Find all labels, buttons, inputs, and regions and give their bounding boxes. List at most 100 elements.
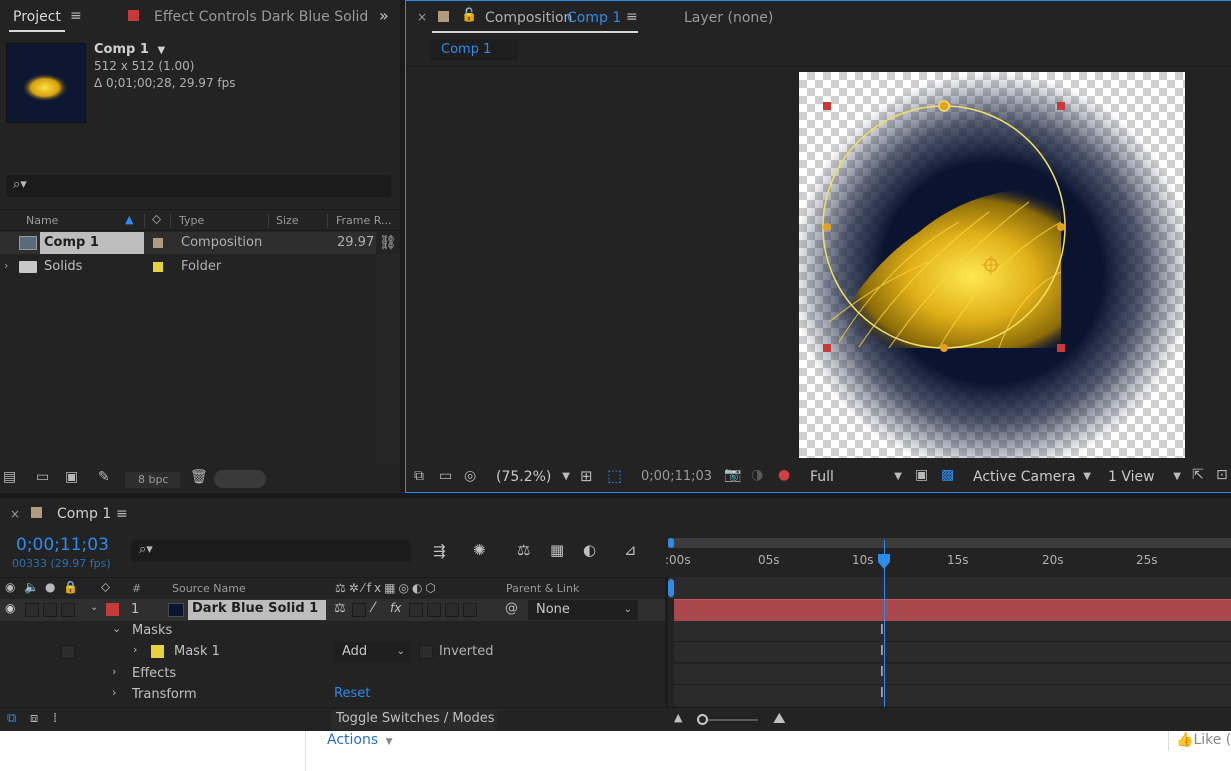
expand-panels-icon[interactable]: » xyxy=(379,6,389,25)
draft-3d-icon[interactable]: ✺ xyxy=(473,541,486,559)
chevron-right-icon[interactable]: › xyxy=(112,686,116,699)
exposure-icon[interactable]: ⊡ xyxy=(1216,467,1228,483)
transform-reset-link[interactable]: Reset xyxy=(334,686,370,701)
toggle-mask-visibility-icon[interactable]: ⬚ xyxy=(607,466,622,485)
audio-switch[interactable] xyxy=(25,603,39,617)
parent-link-column-header[interactable]: Parent & Link xyxy=(506,578,579,600)
zoom-dropdown[interactable]: (75.2%) ▼ xyxy=(496,467,570,487)
mask-mode-dropdown[interactable]: Add ⌄ xyxy=(334,642,410,662)
graph-editor-icon[interactable]: ⊿ xyxy=(624,541,637,559)
frame-blend-switch[interactable] xyxy=(409,603,423,617)
region-of-interest-icon[interactable]: ▣ xyxy=(915,467,928,483)
trash-icon[interactable]: 🗑 xyxy=(190,469,208,485)
layer-switches-icon[interactable]: ⧉ xyxy=(7,711,16,726)
vr-preview-icon[interactable]: ◎ xyxy=(464,468,476,484)
mask-vertex-bottom[interactable] xyxy=(940,344,948,352)
panel-menu-icon[interactable]: ≡ xyxy=(116,506,128,522)
actions-menu[interactable]: Actions ▼ xyxy=(327,732,393,748)
audio-icon[interactable]: 🔈 xyxy=(24,580,39,594)
project-search-field[interactable]: ⌕▾ xyxy=(6,175,391,197)
chevron-down-icon[interactable]: ⌄ xyxy=(90,602,98,613)
mask-vertex-left[interactable] xyxy=(823,223,831,231)
frame-blending-icon[interactable]: ▦ xyxy=(550,541,564,559)
layer-handle-tl[interactable] xyxy=(823,102,831,110)
in-out-icon[interactable]: ⁞ xyxy=(53,711,57,726)
project-row-comp[interactable]: Comp 1 Composition 29.97 xyxy=(0,232,376,254)
new-composition-icon[interactable]: ▣ xyxy=(65,469,78,485)
composition-tab-prefix[interactable]: Composition xyxy=(485,10,572,26)
lock-icon[interactable]: 🔓 xyxy=(461,8,477,23)
project-row-solids[interactable]: › Solids Folder xyxy=(0,256,376,278)
views-dropdown[interactable]: 1 View ▼ xyxy=(1108,467,1181,487)
motion-blur-icon[interactable]: ◐ xyxy=(583,541,596,559)
viewer-timecode[interactable]: 0;00;11;03 xyxy=(641,469,712,484)
mask-lock-switch[interactable] xyxy=(61,645,75,659)
solo-switch[interactable] xyxy=(43,603,57,617)
mask1-row[interactable]: › Mask 1 Add ⌄ Inverted xyxy=(0,642,665,663)
resolution-dropdown[interactable]: Full ▼ xyxy=(810,467,902,487)
adjust-project-settings-icon[interactable]: ✎ xyxy=(98,469,110,485)
solo-icon[interactable]: ● xyxy=(45,580,55,594)
motion-blur-switch[interactable] xyxy=(427,603,441,617)
channel-icon[interactable]: ● xyxy=(778,467,790,483)
collapse-switch[interactable] xyxy=(352,603,366,617)
layer-row[interactable]: ◉ ⌄ 1 Dark Blue Solid 1 ⚖ ⁄ fx @ None ⌄ xyxy=(0,599,665,621)
close-icon[interactable]: × xyxy=(10,507,20,521)
parent-dropdown[interactable]: None ⌄ xyxy=(528,600,638,620)
effects-row[interactable]: › Effects xyxy=(0,664,665,685)
comp-name-label[interactable]: Comp 1 ▼ xyxy=(94,42,165,57)
masks-row[interactable]: ⌄ Masks xyxy=(0,621,665,642)
chevron-right-icon[interactable]: › xyxy=(112,665,116,678)
label-icon[interactable]: ⬦ xyxy=(101,580,110,595)
composition-tab-comp[interactable]: Comp 1 xyxy=(567,10,621,26)
mask-vertex-top[interactable] xyxy=(938,100,950,112)
chevron-down-icon[interactable]: ▼ xyxy=(157,45,165,56)
snapshot-icon[interactable]: 📷 xyxy=(724,467,741,483)
panel-menu-icon[interactable]: ≡ xyxy=(70,8,82,24)
effect-controls-tab[interactable]: Effect Controls Dark Blue Solid xyxy=(154,9,368,25)
mask-vertex-right[interactable] xyxy=(1057,223,1065,231)
layer-duration-bar[interactable] xyxy=(674,599,1231,621)
reset-exposure-icon[interactable]: ⇱ xyxy=(1192,467,1204,483)
shy-layers-icon[interactable]: ⚖ xyxy=(517,541,530,559)
panel-menu-icon[interactable]: ≡ xyxy=(626,9,638,25)
eye-icon[interactable]: ◉ xyxy=(5,601,15,615)
composition-viewer[interactable] xyxy=(799,72,1185,458)
mask-color-swatch[interactable] xyxy=(151,645,164,658)
new-folder-icon[interactable]: ▭ xyxy=(36,469,49,485)
transparency-grid-icon[interactable]: ▩ xyxy=(941,467,954,483)
primary-viewer-icon[interactable]: ▭ xyxy=(439,468,452,484)
toggle-switches-modes-button[interactable]: Toggle Switches / Modes xyxy=(331,710,497,730)
transfer-controls-icon[interactable]: ⧈ xyxy=(30,711,38,726)
work-area-bar[interactable] xyxy=(668,579,674,597)
pick-whip-icon[interactable]: @ xyxy=(505,601,518,616)
timeline-search-field[interactable]: ⌕▾ xyxy=(131,540,411,562)
layer-label-swatch[interactable] xyxy=(106,603,119,616)
lock-icon[interactable]: 🔒 xyxy=(63,580,78,594)
inverted-checkbox[interactable] xyxy=(419,645,433,659)
layer-tab[interactable]: Layer (none) xyxy=(684,10,773,26)
name-column-header[interactable]: Name xyxy=(26,210,58,232)
show-snapshot-icon[interactable]: ◑ xyxy=(751,467,763,483)
like-button[interactable]: 👍Like ( xyxy=(1176,732,1231,748)
bpc-button[interactable]: 8 bpc xyxy=(125,472,180,488)
timeline-tab[interactable]: Comp 1 xyxy=(57,506,111,522)
comp-mini-flowchart-icon[interactable]: ⇶ xyxy=(433,542,446,560)
shy-switch-icon[interactable]: ⚖ xyxy=(334,601,346,616)
interpret-footage-icon[interactable]: ▤ xyxy=(3,469,16,485)
label-column-icon[interactable]: ⬦ xyxy=(152,212,161,227)
zoom-in-icon[interactable]: ⛰ xyxy=(773,709,786,727)
chevron-down-icon[interactable]: ⌄ xyxy=(112,622,121,635)
layer-handle-bl[interactable] xyxy=(823,344,831,352)
quality-switch-icon[interactable]: ⁄ xyxy=(372,600,374,616)
title-action-safe-icon[interactable]: ⊞ xyxy=(580,467,593,485)
source-name-column-header[interactable]: Source Name xyxy=(172,578,246,600)
chevron-right-icon[interactable]: › xyxy=(4,259,8,272)
eye-icon[interactable]: ◉ xyxy=(5,580,15,594)
close-icon[interactable]: × xyxy=(417,10,427,24)
time-ruler[interactable]: :00s 05s 10s 15s 20s 25s xyxy=(665,550,1231,576)
adjustment-switch[interactable] xyxy=(445,603,459,617)
current-time-display[interactable]: 0;00;11;03 xyxy=(16,535,109,555)
timeline-navigator[interactable] xyxy=(668,538,1231,548)
project-tab[interactable]: Project xyxy=(13,9,61,25)
